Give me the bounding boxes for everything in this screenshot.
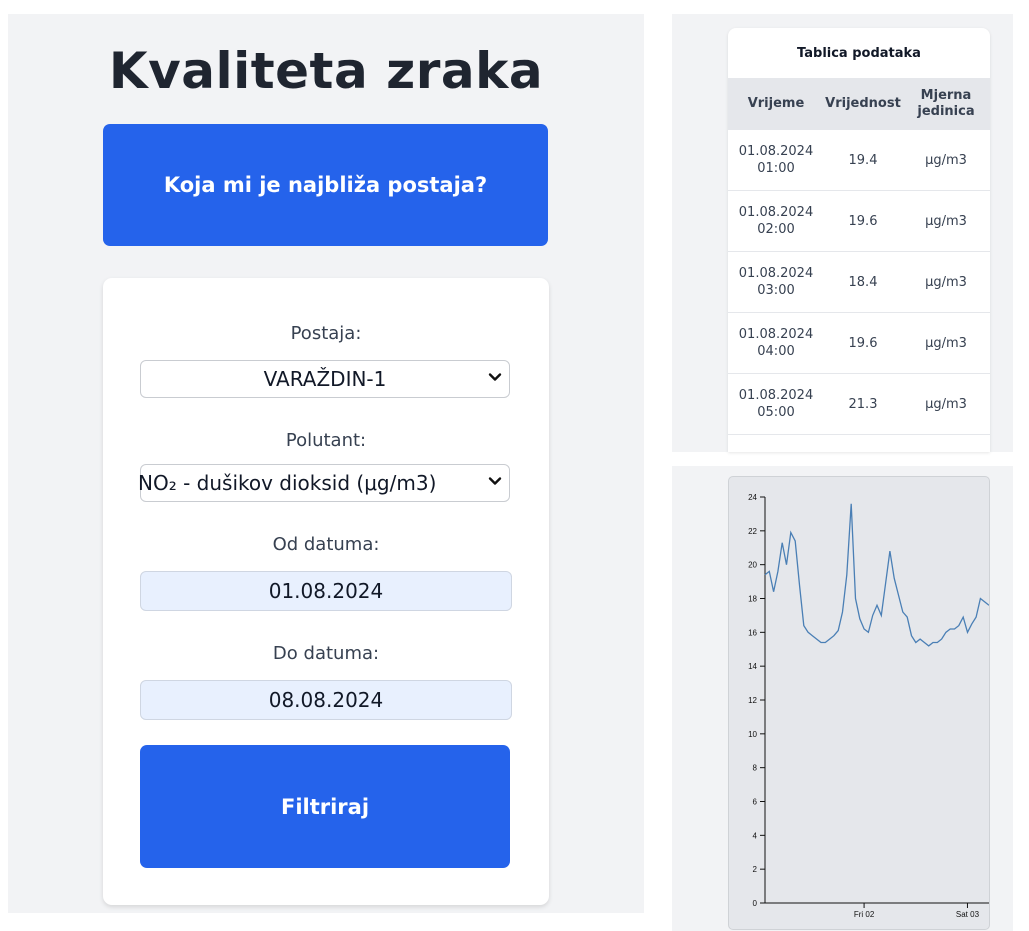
y-tick-label: 4 [753, 831, 758, 840]
to-date-label: Do datuma: [272, 643, 380, 664]
station-label: Postaja: [290, 323, 362, 344]
to-date-input[interactable]: 08.08.2024 [140, 680, 512, 720]
data-table: Tablica podataka Vrijeme Vrijednost Mjer… [728, 28, 990, 452]
pollutant-label: Polutant: [285, 430, 367, 451]
cell-time: 01.08.2024 04:00 [738, 327, 814, 359]
cell-time: 01.08.2024 03:00 [738, 266, 814, 298]
cell-unit: μg/m3 [925, 152, 967, 168]
table-panel: Tablica podataka Vrijeme Vrijednost Mjer… [672, 14, 1013, 452]
y-tick-label: 20 [748, 561, 757, 570]
filter-form: Postaja: VARAŽDIN-1 Polutant: NO₂ - duši… [103, 278, 549, 905]
cell-time: 01.08.2024 01:00 [738, 144, 814, 176]
cell-time: 01.08.2024 05:00 [738, 388, 814, 420]
cell-time: 01.08.2024 02:00 [738, 205, 814, 237]
y-tick-label: 6 [753, 798, 758, 807]
chevron-down-icon [488, 373, 502, 381]
from-date-input[interactable]: 01.08.2024 [140, 571, 512, 611]
y-tick-label: 0 [753, 899, 758, 908]
y-tick-label: 10 [748, 730, 757, 739]
line-chart: 0 2 4 6 8 10 12 14 16 18 20 22 24 Fri 02 Sat 03 [728, 476, 990, 930]
cell-unit: μg/m3 [925, 213, 967, 229]
y-tick-label: 14 [748, 662, 757, 671]
table-row: 01.08.2024 01:00 19.4 μg/m3 [728, 130, 990, 191]
chevron-down-icon [488, 477, 502, 485]
no2-series-line [764, 503, 989, 647]
station-select[interactable]: VARAŽDIN-1 [140, 360, 510, 398]
pollutant-select[interactable]: NO₂ - dušikov dioksid (μg/m3) [138, 464, 510, 502]
table-title: Tablica podataka [797, 45, 921, 61]
y-tick-label: 12 [748, 696, 757, 705]
table-row: 01.08.2024 03:00 18.4 μg/m3 [728, 252, 990, 313]
page-title: Kvaliteta zraka [108, 42, 544, 100]
table-header-row: Vrijeme Vrijednost Mjerna jedinica [728, 78, 990, 130]
x-tick-label: Fri 02 [854, 910, 875, 919]
table-row: 01.08.2024 05:00 21.3 μg/m3 [728, 374, 990, 435]
station-select-value: VARAŽDIN-1 [263, 367, 387, 391]
nearest-station-button[interactable]: Koja mi je najbliža postaja? [103, 124, 548, 246]
cell-unit: μg/m3 [925, 396, 967, 412]
cell-value: 19.6 [848, 335, 878, 351]
table-row: 01.08.2024 02:00 19.6 μg/m3 [728, 191, 990, 252]
x-tick-label: Sat 03 [956, 910, 980, 919]
chart-panel: 0 2 4 6 8 10 12 14 16 18 20 22 24 Fri 02 Sat 03 [672, 466, 1013, 931]
cell-value: 18.4 [848, 274, 878, 290]
column-header-time: Vrijeme [747, 96, 805, 111]
table-row: 01.08.2024 04:00 19.6 μg/m3 [728, 313, 990, 374]
filter-button[interactable]: Filtriraj [140, 745, 510, 868]
column-header-unit: Mjerna jedinica [917, 88, 975, 119]
cell-value: 19.6 [848, 213, 878, 229]
y-tick-label: 24 [748, 493, 757, 502]
cell-value: 19.4 [848, 152, 878, 168]
control-panel: Kvaliteta zraka Koja mi je najbliža post… [8, 14, 644, 913]
pollutant-select-value: NO₂ - dušikov dioksid (μg/m3) [138, 471, 437, 495]
y-tick-label: 22 [748, 527, 757, 536]
y-tick-label: 16 [748, 628, 757, 637]
y-tick-label: 2 [753, 865, 758, 874]
chart-svg: 024681012141618202224Fri 02 Sat 03 [748, 493, 989, 919]
cell-unit: μg/m3 [925, 335, 967, 351]
cell-unit: μg/m3 [925, 274, 967, 290]
from-date-label: Od datuma: [272, 534, 380, 555]
y-tick-label: 8 [753, 764, 758, 773]
column-header-value: Vrijednost [825, 96, 901, 111]
y-tick-label: 18 [748, 595, 757, 604]
cell-value: 21.3 [848, 396, 878, 412]
